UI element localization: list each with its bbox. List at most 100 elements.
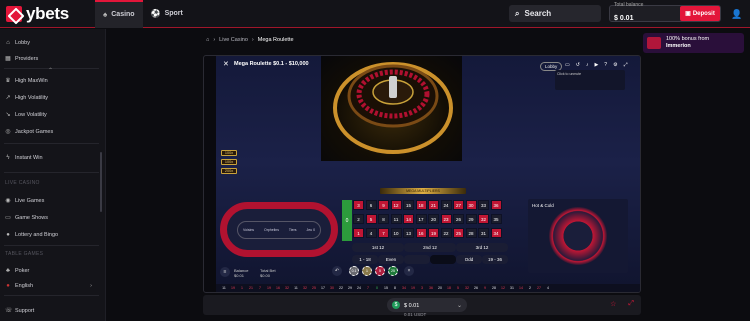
number-cell[interactable]: 35 <box>490 214 502 224</box>
user-icon[interactable]: 👤 <box>731 9 742 20</box>
number-cell[interactable]: 4 <box>365 228 377 238</box>
deposit-button[interactable]: ▣ Deposit <box>680 6 720 21</box>
number-cell[interactable]: 19 <box>428 228 439 238</box>
dozen-1st[interactable]: 1st 12 <box>352 243 404 252</box>
chip[interactable]: 0.1 <box>349 266 359 276</box>
video-icon[interactable]: ▶ <box>594 62 598 68</box>
bet-even[interactable]: Even <box>378 255 404 264</box>
number-cell[interactable]: 1 <box>353 228 364 238</box>
number-cell[interactable]: 18 <box>415 200 427 210</box>
language-selector[interactable]: ● English › <box>0 280 100 291</box>
number-cell[interactable]: 22 <box>440 228 452 238</box>
deposit-label: Deposit <box>692 10 715 17</box>
betting-board[interactable]: 0 3 6 9 12 15 18 21 24 27 30 33 36 2 5 8 11 14 17 20 23 26 29… <box>342 198 504 244</box>
favorite-icon[interactable]: ☆ <box>610 300 616 308</box>
number-cell[interactable]: 6 <box>365 200 377 210</box>
number-cell[interactable]: 25 <box>453 228 464 238</box>
number-cell[interactable]: 15 <box>403 200 414 210</box>
sidebar-item-live-games[interactable]: ◉ Live Games <box>0 195 44 206</box>
number-cell[interactable]: 34 <box>490 228 502 238</box>
bet-black[interactable] <box>430 255 456 264</box>
sidebar-scrollbar[interactable] <box>100 152 102 212</box>
brand-logo[interactable]: ybets <box>0 4 95 24</box>
number-cell[interactable]: 3 <box>353 200 364 210</box>
undo-button[interactable]: ↶ <box>332 266 342 276</box>
promo-banner[interactable]: 100% bonus from Immerion <box>643 33 744 53</box>
sidebar-item-game-shows[interactable]: ▭ Game Shows <box>0 212 48 223</box>
menu-icon[interactable]: ≡ <box>220 267 230 277</box>
sidebar-item-support[interactable]: ☏ Support <box>0 305 34 316</box>
number-cell[interactable]: 2 <box>353 214 364 224</box>
help-icon[interactable]: ? <box>604 62 607 68</box>
number-cell[interactable]: 21 <box>428 200 439 210</box>
double-button[interactable]: × <box>404 266 414 276</box>
number-cell[interactable]: 11 <box>390 214 402 224</box>
number-cell[interactable]: 24 <box>440 200 452 210</box>
cell-zero[interactable]: 0 <box>342 200 352 241</box>
race-label-voisins[interactable]: Voisins <box>243 228 254 232</box>
chip[interactable]: 5 <box>375 266 385 276</box>
race-label-orphelins[interactable]: Orphelins <box>264 228 279 232</box>
close-icon[interactable]: ✕ <box>223 60 229 68</box>
race-label-tiers[interactable]: Tiers <box>289 228 297 232</box>
sidebar-item-low-volatility[interactable]: ↘ Low Volatility <box>0 109 46 120</box>
currency-selector[interactable]: $ $ 0.01 0.01 USDT ⌄ <box>387 298 467 317</box>
sidebar-item-lottery-bingo[interactable]: ● Lottery and Bingo <box>0 229 58 240</box>
search-button[interactable]: ⌕ Search <box>509 5 601 22</box>
section-header-table-games: TABLE GAMES <box>5 251 44 257</box>
sidebar-item-providers[interactable]: ▦ Providers <box>0 53 38 64</box>
dozen-3rd[interactable]: 3rd 12 <box>456 243 508 252</box>
number-cell[interactable]: 32 <box>478 214 489 224</box>
sidebar-item-instant-win[interactable]: ϟ Instant Win <box>0 152 42 163</box>
number-cell[interactable]: 36 <box>490 200 502 210</box>
fullscreen-icon[interactable]: ⤢ <box>628 300 634 308</box>
unmute-tooltip[interactable]: Click to unmute <box>555 70 625 90</box>
number-cell[interactable]: 28 <box>465 228 477 238</box>
dozen-2nd[interactable]: 2nd 12 <box>404 243 456 252</box>
history-icon[interactable]: ↺ <box>576 62 580 68</box>
number-cell[interactable]: 17 <box>415 214 427 224</box>
number-cell[interactable]: 7 <box>378 228 389 238</box>
number-cell[interactable]: 20 <box>428 214 439 224</box>
racetrack[interactable]: Voisins Orphelins Tiers Jeu 0 <box>220 202 338 257</box>
collapse-icon[interactable]: ⌃ <box>48 67 53 74</box>
number-cell[interactable]: 13 <box>403 228 414 238</box>
number-cell[interactable]: 9 <box>378 200 389 210</box>
number-cell[interactable]: 10 <box>390 228 402 238</box>
number-cell[interactable]: 31 <box>478 228 489 238</box>
fullscreen-icon[interactable]: ⤢ <box>624 62 628 68</box>
tab-casino[interactable]: ♠ Casino <box>95 0 143 28</box>
number-cell[interactable]: 14 <box>403 214 414 224</box>
sidebar-item-lobby[interactable]: ⌂ Lobby <box>0 37 30 48</box>
bet-odd[interactable]: Odd <box>456 255 482 264</box>
number-cell[interactable]: 33 <box>478 200 489 210</box>
breadcrumb-live-casino[interactable]: Live Casino <box>219 37 248 43</box>
balance-widget[interactable]: Total balance $ 0.01 ▣ Deposit <box>609 3 721 22</box>
chat-icon[interactable]: ▭ <box>565 62 570 68</box>
race-label-jeu-zero[interactable]: Jeu 0 <box>306 228 315 232</box>
game-frame[interactable]: ✕ Mega Roulette $0.1 - $10,000 Lobby ▭ ↺… <box>203 55 641 293</box>
number-cell[interactable]: 23 <box>440 214 452 224</box>
number-cell[interactable]: 30 <box>465 200 477 210</box>
number-cell[interactable]: 27 <box>453 200 464 210</box>
number-cell[interactable]: 5 <box>365 214 377 224</box>
home-icon[interactable]: ⌂ <box>206 37 209 43</box>
number-cell[interactable]: 29 <box>465 214 477 224</box>
chip[interactable]: 25 <box>388 266 398 276</box>
sound-icon[interactable]: ♪ <box>586 62 589 68</box>
number-cell[interactable]: 16 <box>415 228 427 238</box>
sidebar-item-jackpot-games[interactable]: ◎ Jackpot Games <box>0 126 53 137</box>
tab-sport[interactable]: ⚽ Sport <box>143 0 191 28</box>
bet-red[interactable] <box>404 255 430 264</box>
chart-down-icon: ↘ <box>5 112 11 118</box>
number-cell[interactable]: 12 <box>390 200 402 210</box>
sidebar-item-high-maxwin[interactable]: ♛ High MaxWin <box>0 75 47 86</box>
sidebar-item-high-volatility[interactable]: ↗ High Volatility <box>0 92 48 103</box>
settings-icon[interactable]: ⚙ <box>613 62 617 68</box>
number-cell[interactable]: 8 <box>378 214 389 224</box>
number-cell[interactable]: 26 <box>453 214 464 224</box>
sidebar-item-poker[interactable]: ♣ Poker <box>0 265 29 276</box>
bet-low[interactable]: 1 - 18 <box>352 255 378 264</box>
chip[interactable]: 1 <box>362 266 372 276</box>
bet-high[interactable]: 19 - 36 <box>482 255 508 264</box>
